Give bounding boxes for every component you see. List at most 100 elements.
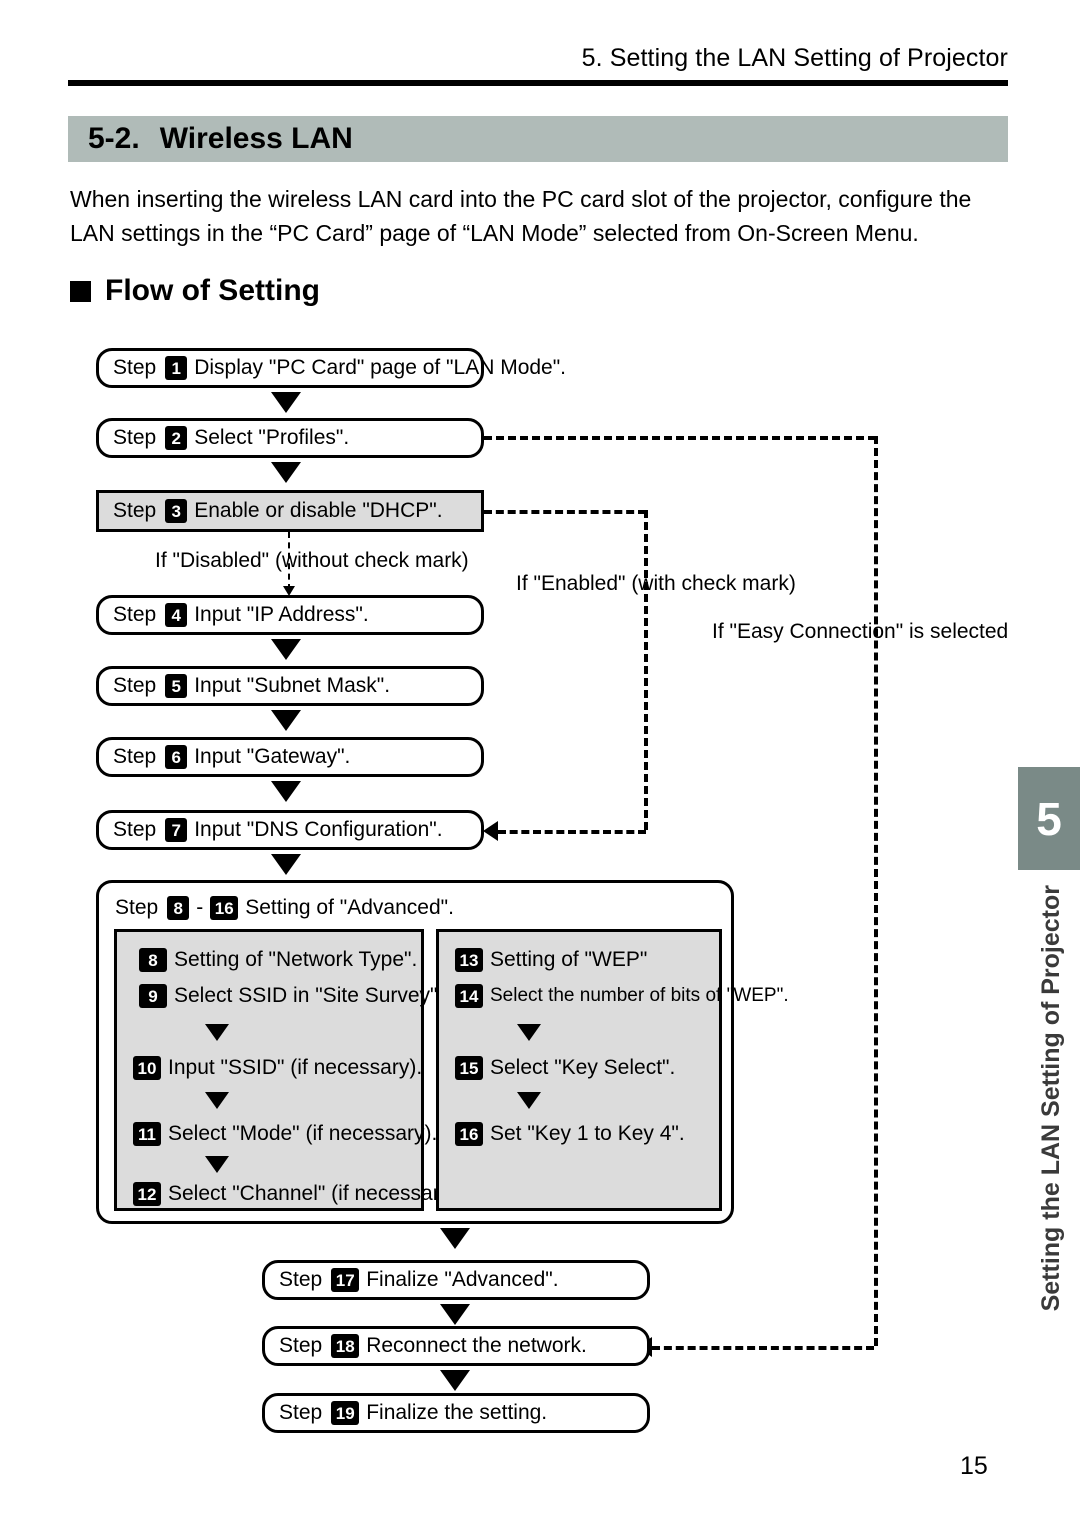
flow-step-7[interactable]: Step 7 Input "DNS Configuration". (96, 810, 484, 850)
step-word: Step (115, 896, 159, 919)
step-number-badge: 15 (455, 1056, 483, 1080)
arrow-4-to-5 (271, 639, 301, 660)
flow-step-19[interactable]: Step 19 Finalize the setting. (262, 1393, 650, 1433)
step-text: Enable or disable "DHCP". (194, 499, 443, 522)
advanced-left-panel: 8 Setting of "Network Type". 9 Select SS… (114, 929, 463, 1211)
step-text: Display "PC Card" page of "LAN Mode". (194, 356, 567, 379)
chapter-tab-label: Setting the LAN Setting of Projector (1037, 885, 1065, 1312)
step-word: Step (113, 818, 157, 841)
branch-line-step2-vertical (874, 436, 878, 1346)
advanced-range-start-badge: 8 (167, 896, 190, 920)
flow-step-4[interactable]: Step 4 Input "IP Address". (96, 595, 484, 635)
step-number-badge: 1 (165, 356, 188, 380)
step-text: Input "Gateway". (194, 745, 351, 768)
flow-step-1[interactable]: Step 1 Display "PC Card" page of "LAN Mo… (96, 348, 566, 388)
arrow-15-to-16 (517, 1092, 541, 1109)
arrow-17-to-18 (440, 1304, 470, 1325)
chapter-tab: 5 (1018, 767, 1080, 870)
arrow-18-to-19 (440, 1370, 470, 1391)
step-word: Step (113, 356, 157, 379)
advanced-item-8[interactable]: 8 Setting of "Network Type". (139, 948, 417, 972)
advanced-item-14[interactable]: 14 Select the number of bits of "WEP". (455, 984, 789, 1008)
advanced-item-13[interactable]: 13 Setting of "WEP" (455, 948, 647, 972)
step-number-badge: 5 (165, 674, 188, 698)
step-text: Input "SSID" (if necessary). (168, 1056, 423, 1079)
advanced-item-12[interactable]: 12 Select "Channel" (if necessary). (133, 1182, 463, 1206)
running-head: 5. Setting the LAN Setting of Projector (581, 44, 1008, 72)
step-number-badge: 14 (455, 984, 483, 1008)
advanced-group-title: Step 8 - 16 Setting of "Advanced". (115, 896, 454, 920)
step-text: Select the number of bits of "WEP". (490, 985, 789, 1006)
flow-step-5[interactable]: Step 5 Input "Subnet Mask". (96, 666, 484, 706)
advanced-item-15[interactable]: 15 Select "Key Select". (455, 1056, 675, 1080)
arrow-5-to-6 (271, 710, 301, 731)
step-text: Reconnect the network. (366, 1334, 587, 1357)
step-text: Select "Channel" (if necessary). (168, 1182, 464, 1205)
advanced-settings-group: Step 8 - 16 Setting of "Advanced". 8 Set… (96, 880, 789, 1224)
arrow-9-to-10 (205, 1024, 229, 1041)
arrow-advanced-to-17 (440, 1228, 470, 1249)
advanced-range-dash: - (196, 896, 204, 919)
advanced-range-end-badge: 16 (210, 896, 239, 920)
step-word: Step (113, 603, 157, 626)
flow-step-6[interactable]: Step 6 Input "Gateway". (96, 737, 484, 777)
step-text: Input "Subnet Mask". (194, 674, 391, 697)
step-number-badge: 17 (331, 1268, 360, 1292)
flow-heading-label: Flow of Setting (105, 274, 320, 307)
branch-line-step2-to-step18 (652, 1346, 874, 1350)
step-text: Select "Key Select". (490, 1056, 676, 1079)
branch-line-step3-horizontal (484, 510, 646, 514)
step-text: Finalize the setting. (366, 1401, 548, 1424)
step-number-badge: 8 (139, 948, 167, 972)
advanced-title-text: Setting of "Advanced". (245, 896, 454, 919)
advanced-item-16[interactable]: 16 Set "Key 1 to Key 4". (455, 1122, 685, 1146)
step-text: Input "IP Address". (194, 603, 369, 626)
page-number: 15 (960, 1452, 988, 1480)
branch-arrow-to-step7 (483, 821, 498, 841)
step-text: Set "Key 1 to Key 4". (490, 1122, 685, 1145)
step-text: Finalize "Advanced". (366, 1268, 559, 1291)
flow-step-18[interactable]: Step 18 Reconnect the network. (262, 1326, 650, 1366)
flow-step-3[interactable]: Step 3 Enable or disable "DHCP". (96, 490, 484, 532)
section-title: 5-2. Wireless LAN (88, 122, 353, 156)
flow-of-setting-heading: Flow of Setting (70, 274, 320, 308)
arrow-14-to-15 (517, 1024, 541, 1041)
step-number-badge: 11 (133, 1122, 161, 1146)
header-rule (68, 80, 1008, 86)
step-text: Setting of "WEP" (490, 948, 648, 971)
arrow-11-to-12 (205, 1156, 229, 1173)
step-word: Step (279, 1268, 323, 1291)
branch-label-easy-connection: If "Easy Connection" is selected (712, 620, 1009, 643)
intro-paragraph: When inserting the wireless LAN card int… (70, 186, 972, 246)
step-number-badge: 12 (133, 1182, 161, 1206)
step-number-badge: 9 (139, 984, 167, 1008)
step-word: Step (113, 674, 157, 697)
step-word: Step (113, 499, 157, 522)
flow-step-2[interactable]: Step 2 Select "Profiles". (96, 418, 484, 458)
step-number-badge: 10 (133, 1056, 161, 1080)
step-number-badge: 6 (165, 745, 188, 769)
section-title-bar: 5-2. Wireless LAN (68, 116, 1008, 162)
step-number-badge: 4 (165, 603, 188, 627)
arrow-10-to-11 (205, 1092, 229, 1109)
advanced-item-9[interactable]: 9 Select SSID in "Site Survey". (139, 984, 443, 1008)
step-word: Step (279, 1334, 323, 1357)
step-word: Step (279, 1401, 323, 1424)
branch-line-step2-horizontal (484, 436, 876, 440)
arrow-7-to-advanced (271, 854, 301, 875)
arrow-2-to-3 (271, 462, 301, 483)
step-number-badge: 18 (331, 1334, 360, 1358)
step-number-badge: 19 (331, 1401, 360, 1425)
flow-step-17[interactable]: Step 17 Finalize "Advanced". (262, 1260, 650, 1300)
section-number: 5-2. (88, 122, 140, 155)
step-number-badge: 3 (165, 499, 188, 523)
bullet-square-icon (70, 280, 91, 302)
step-text: Input "DNS Configuration". (194, 818, 443, 841)
section-name: Wireless LAN (159, 122, 353, 155)
step-number-badge: 13 (455, 948, 483, 972)
arrow-6-to-7 (271, 781, 301, 802)
step-number-badge: 7 (165, 818, 188, 842)
arrow-1-to-2 (271, 392, 301, 413)
advanced-item-10[interactable]: 10 Input "SSID" (if necessary). (133, 1056, 422, 1080)
advanced-item-11[interactable]: 11 Select "Mode" (if necessary). (133, 1122, 437, 1146)
